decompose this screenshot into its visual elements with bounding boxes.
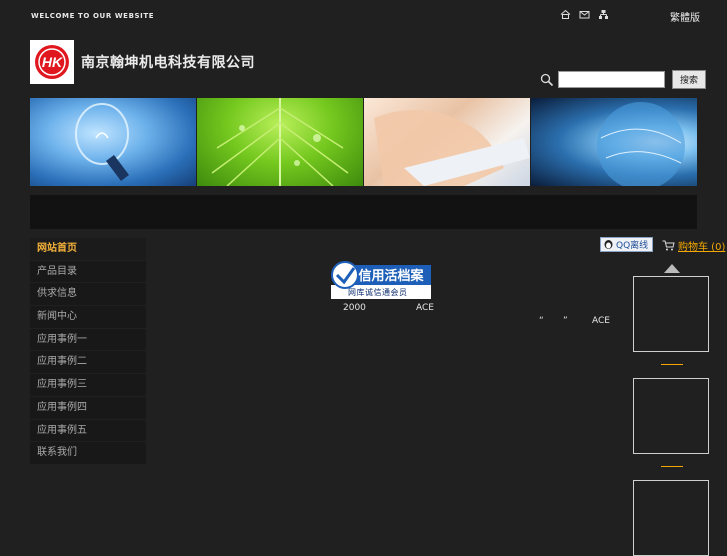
- qq-penguin-icon: [604, 240, 613, 249]
- search-icon: [540, 73, 554, 86]
- sitemap-icon[interactable]: [598, 9, 609, 20]
- banner-globe-image: [531, 98, 697, 186]
- sidebar-item-case-5[interactable]: 应用事例五: [30, 420, 146, 443]
- sidebar-item-case-2[interactable]: 应用事例二: [30, 351, 146, 375]
- product-thumbnail[interactable]: [633, 276, 709, 352]
- cart-icon: [662, 240, 675, 251]
- welcome-text: WELCOME TO OUR WEBSITE: [31, 12, 155, 20]
- banner: [30, 98, 697, 186]
- top-bar: WELCOME TO OUR WEBSITE 繁體版: [0, 0, 727, 30]
- intro-quote-close: ”: [563, 316, 568, 326]
- badge-subtitle: 网库诚信通会员: [348, 288, 408, 297]
- sidebar-item-case-4[interactable]: 应用事例四: [30, 397, 146, 420]
- banner-leaf-image: [197, 98, 363, 186]
- intro-brand: ACE: [416, 303, 434, 313]
- intro-quote-open: “: [539, 316, 544, 326]
- hk-logo-icon: HK: [35, 45, 69, 79]
- banner-keyboard-hand-image: [364, 98, 530, 186]
- sidebar: 网站首页 产品目录 供求信息 新闻中心 应用事例一 应用事例二 应用事例三 应用…: [30, 238, 146, 465]
- product-caption-line: [661, 466, 683, 467]
- sidebar-item-home[interactable]: 网站首页: [30, 238, 146, 261]
- sidebar-item-products[interactable]: 产品目录: [30, 261, 146, 284]
- intro-brand-2: ACE: [592, 316, 610, 326]
- traditional-chinese-link[interactable]: 繁體版: [670, 9, 700, 24]
- product-caption-line: [661, 364, 683, 365]
- cart-link[interactable]: 购物车 (0): [662, 238, 725, 253]
- credit-badge[interactable]: 信用活档案 网库诚信通会员: [331, 261, 431, 299]
- company-name: 南京翰坤机电科技有限公司: [81, 55, 255, 71]
- scroll-up-arrow-icon[interactable]: [664, 264, 680, 273]
- sidebar-item-news[interactable]: 新闻中心: [30, 306, 146, 329]
- logo-text: HK: [42, 54, 63, 70]
- sidebar-item-case-3[interactable]: 应用事例三: [30, 374, 146, 397]
- search-input[interactable]: [558, 71, 665, 88]
- search-button[interactable]: 搜索: [672, 70, 706, 89]
- search-area: 搜索: [540, 70, 706, 89]
- sidebar-item-case-1[interactable]: 应用事例一: [30, 329, 146, 352]
- home-icon[interactable]: [560, 9, 571, 20]
- intro-year: 2000: [343, 303, 366, 313]
- qq-status-button[interactable]: QQ离线: [600, 237, 653, 252]
- qq-label: QQ离线: [616, 241, 649, 251]
- sidebar-item-supply-demand[interactable]: 供求信息: [30, 283, 146, 307]
- mail-icon[interactable]: [579, 9, 590, 20]
- cart-label: 购物车 (0): [678, 242, 726, 253]
- nav-bar: [30, 195, 697, 229]
- product-thumbnail[interactable]: [633, 378, 709, 454]
- top-links: [560, 9, 609, 20]
- badge-title: 信用活档案: [358, 268, 424, 284]
- logo[interactable]: HK: [30, 40, 74, 84]
- banner-lightbulb-image: [30, 98, 196, 186]
- sidebar-item-contact[interactable]: 联系我们: [30, 442, 146, 465]
